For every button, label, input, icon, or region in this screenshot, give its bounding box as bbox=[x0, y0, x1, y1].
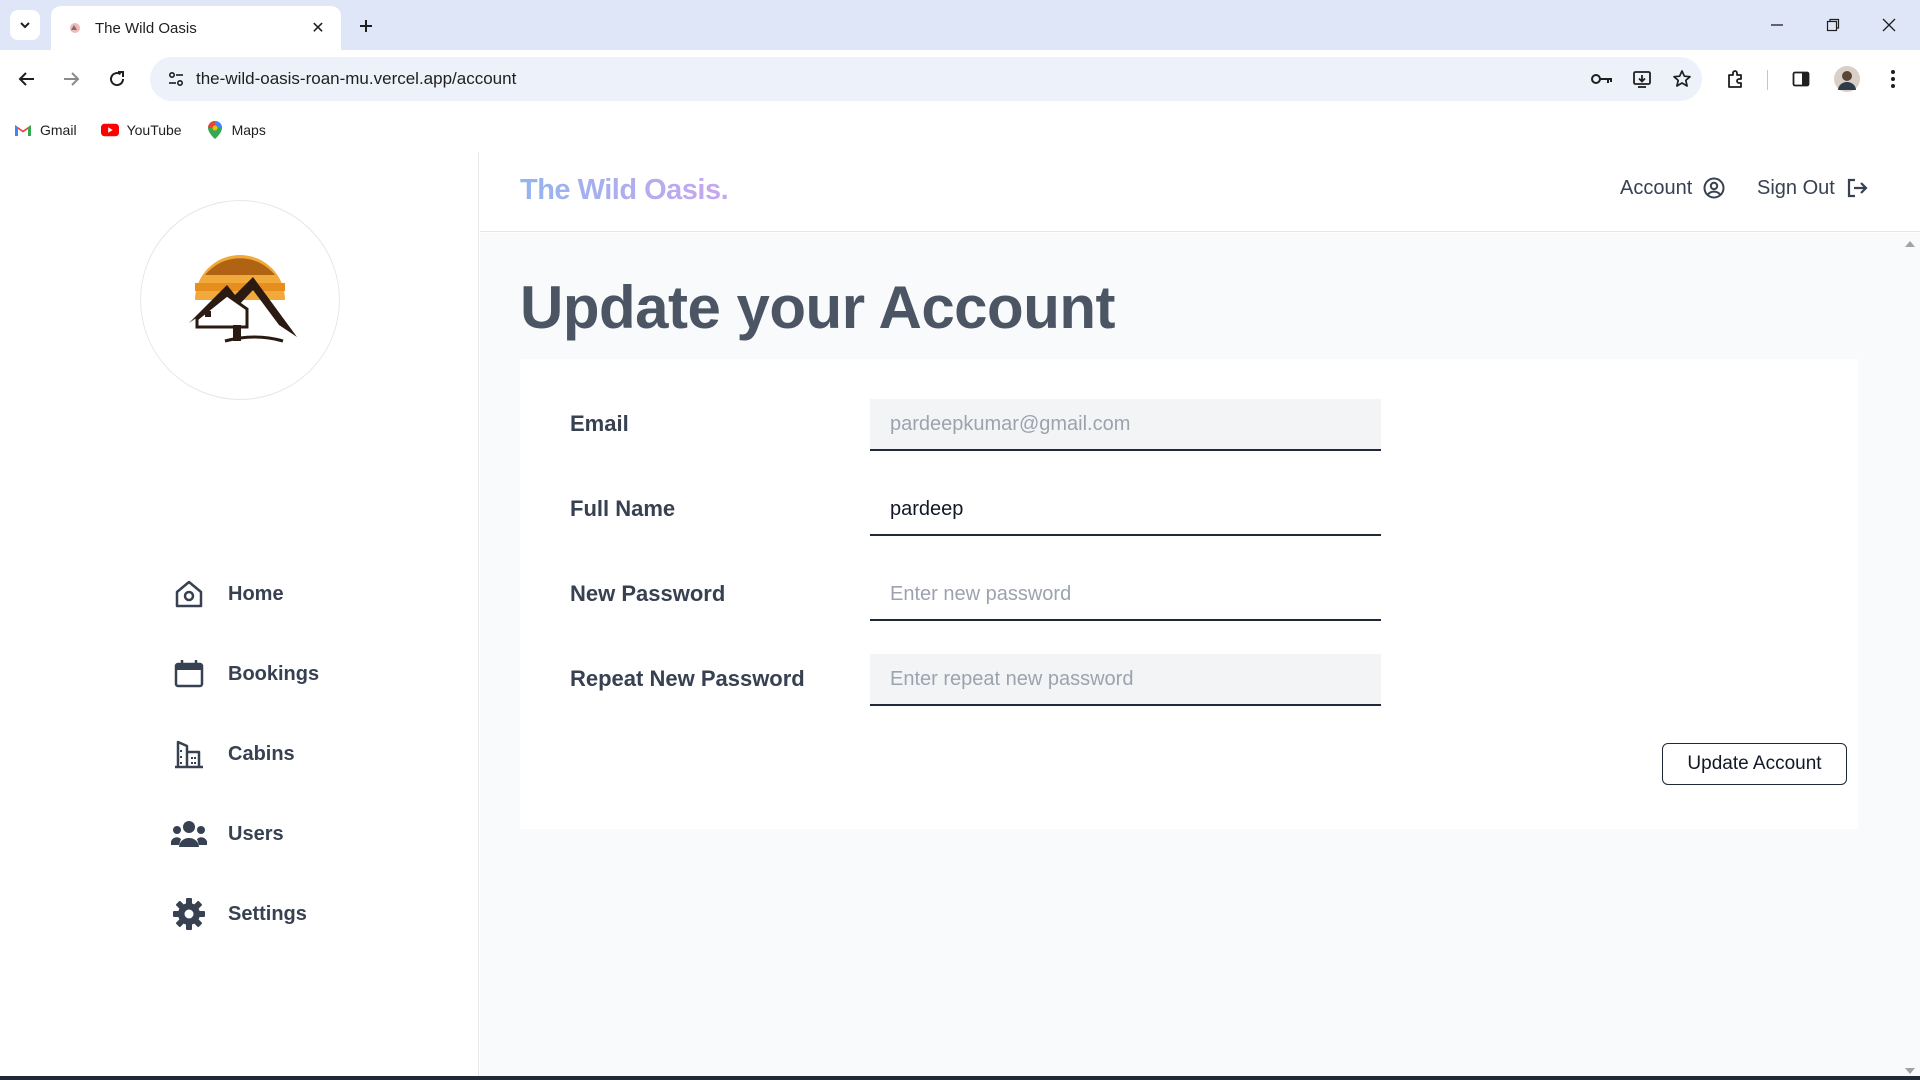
minimize-icon bbox=[1771, 24, 1783, 26]
repeat-password-row: Repeat New Password bbox=[570, 654, 1390, 706]
side-panel-icon bbox=[1792, 71, 1810, 87]
puzzle-icon bbox=[1728, 70, 1742, 88]
sign-out-icon bbox=[1845, 176, 1869, 200]
back-button[interactable] bbox=[10, 62, 44, 96]
gmail-icon bbox=[14, 121, 32, 139]
new-password-field[interactable] bbox=[870, 569, 1381, 621]
tab-title: The Wild Oasis bbox=[95, 19, 197, 37]
sidebar-item-users[interactable]: Users bbox=[170, 810, 319, 858]
bookmark-label: Gmail bbox=[40, 122, 77, 138]
profile-button[interactable] bbox=[1830, 62, 1864, 96]
browser-tab[interactable]: The Wild Oasis ✕ bbox=[51, 6, 341, 50]
chevron-down-icon bbox=[20, 22, 30, 29]
building-icon bbox=[170, 735, 208, 773]
close-tab-icon[interactable]: ✕ bbox=[307, 17, 329, 39]
more-vertical-icon bbox=[1891, 70, 1895, 88]
sidebar-item-cabins[interactable]: Cabins bbox=[170, 730, 319, 778]
tab-search-button[interactable] bbox=[10, 10, 40, 40]
install-icon bbox=[1633, 71, 1651, 88]
reload-button[interactable] bbox=[100, 62, 134, 96]
sidebar: Home Bookings Cabins Users Settings bbox=[0, 152, 479, 1080]
new-tab-button[interactable] bbox=[352, 12, 380, 40]
window-bottom-edge bbox=[0, 1076, 1920, 1080]
scroll-down-arrow-icon[interactable] bbox=[1905, 1068, 1915, 1074]
restore-button[interactable] bbox=[1810, 8, 1856, 42]
sidebar-item-home[interactable]: Home bbox=[170, 570, 319, 618]
reload-icon bbox=[110, 71, 125, 87]
youtube-icon bbox=[100, 121, 119, 139]
calendar-icon bbox=[170, 655, 208, 693]
password-key-button[interactable] bbox=[1582, 57, 1622, 101]
bookmark-label: Maps bbox=[231, 122, 266, 138]
url-text[interactable]: the-wild-oasis-roan-mu.vercel.app/accoun… bbox=[196, 69, 1582, 89]
app-page: Home Bookings Cabins Users Settings The … bbox=[0, 152, 1920, 1080]
sidebar-nav: Home Bookings Cabins Users Settings bbox=[170, 570, 319, 970]
home-icon bbox=[170, 575, 208, 613]
repeat-password-label: Repeat New Password bbox=[570, 666, 805, 691]
sidebar-item-label: Bookings bbox=[228, 662, 320, 685]
favicon-icon bbox=[67, 20, 83, 36]
site-info-button[interactable] bbox=[156, 57, 196, 101]
browser-toolbar: the-wild-oasis-roan-mu.vercel.app/accoun… bbox=[0, 50, 1920, 108]
new-password-row: New Password bbox=[570, 569, 1390, 621]
brand-title[interactable]: The Wild Oasis. bbox=[520, 174, 729, 207]
new-password-label: New Password bbox=[570, 581, 726, 606]
email-label: Email bbox=[570, 411, 629, 436]
maps-icon bbox=[206, 121, 224, 139]
close-window-button[interactable] bbox=[1866, 8, 1912, 42]
close-icon bbox=[1882, 18, 1896, 32]
repeat-password-field[interactable] bbox=[870, 654, 1381, 706]
tune-icon bbox=[168, 71, 184, 87]
update-account-form: Email Full Name New Password Repeat New … bbox=[520, 359, 1858, 829]
page-scrollbar[interactable] bbox=[1900, 233, 1920, 1080]
bookmark-maps[interactable]: Maps bbox=[206, 121, 266, 139]
sidebar-item-label: Settings bbox=[228, 902, 307, 925]
address-bar[interactable]: the-wild-oasis-roan-mu.vercel.app/accoun… bbox=[150, 57, 1702, 101]
account-link[interactable]: Account bbox=[1620, 176, 1726, 200]
main-content: Update your Account Email Full Name New … bbox=[480, 233, 1900, 1080]
chrome-menu-button[interactable] bbox=[1876, 62, 1910, 96]
app-header: The Wild Oasis. Account Sign Out bbox=[480, 152, 1920, 232]
bookmark-label: YouTube bbox=[126, 122, 182, 138]
mountain-house-logo bbox=[189, 255, 297, 343]
sidebar-item-bookings[interactable]: Bookings bbox=[170, 650, 319, 698]
users-icon bbox=[170, 815, 208, 853]
star-icon bbox=[1673, 70, 1691, 87]
install-app-button[interactable] bbox=[1622, 57, 1662, 101]
bookmark-gmail[interactable]: Gmail bbox=[14, 121, 77, 139]
fullname-field[interactable] bbox=[870, 484, 1381, 536]
logo[interactable] bbox=[140, 200, 340, 400]
update-account-button[interactable]: Update Account bbox=[1662, 743, 1847, 785]
minimize-button[interactable] bbox=[1754, 8, 1800, 42]
email-row: Email bbox=[570, 399, 1390, 451]
restore-icon bbox=[1826, 18, 1840, 32]
fullname-label: Full Name bbox=[570, 496, 676, 521]
extensions-button[interactable] bbox=[1718, 62, 1752, 96]
side-panel-button[interactable] bbox=[1784, 62, 1818, 96]
page-title: Update your Account bbox=[520, 274, 1115, 341]
key-icon bbox=[1591, 74, 1612, 84]
bookmark-star-button[interactable] bbox=[1662, 57, 1702, 101]
bookmarks-bar: Gmail YouTube Maps bbox=[0, 108, 1920, 152]
toolbar-separator bbox=[1767, 70, 1768, 90]
arrow-left-icon bbox=[18, 72, 34, 86]
arrow-right-icon bbox=[64, 72, 80, 86]
sign-out-button[interactable]: Sign Out bbox=[1757, 176, 1869, 200]
forward-button[interactable] bbox=[54, 62, 88, 96]
fullname-row: Full Name bbox=[570, 484, 1390, 536]
sidebar-item-label: Home bbox=[228, 582, 284, 605]
scroll-up-arrow-icon[interactable] bbox=[1905, 241, 1915, 247]
avatar bbox=[1834, 66, 1860, 92]
bookmark-youtube[interactable]: YouTube bbox=[100, 121, 182, 139]
sidebar-item-label: Users bbox=[228, 822, 284, 845]
gear-icon bbox=[170, 895, 208, 933]
plus-icon bbox=[360, 20, 372, 32]
browser-tabstrip: The Wild Oasis ✕ bbox=[0, 0, 1920, 50]
user-circle-icon bbox=[1702, 176, 1726, 200]
email-field[interactable] bbox=[870, 399, 1381, 451]
sign-out-label: Sign Out bbox=[1757, 176, 1835, 199]
sidebar-item-label: Cabins bbox=[228, 742, 295, 765]
sidebar-item-settings[interactable]: Settings bbox=[170, 890, 319, 938]
account-label: Account bbox=[1620, 176, 1693, 199]
